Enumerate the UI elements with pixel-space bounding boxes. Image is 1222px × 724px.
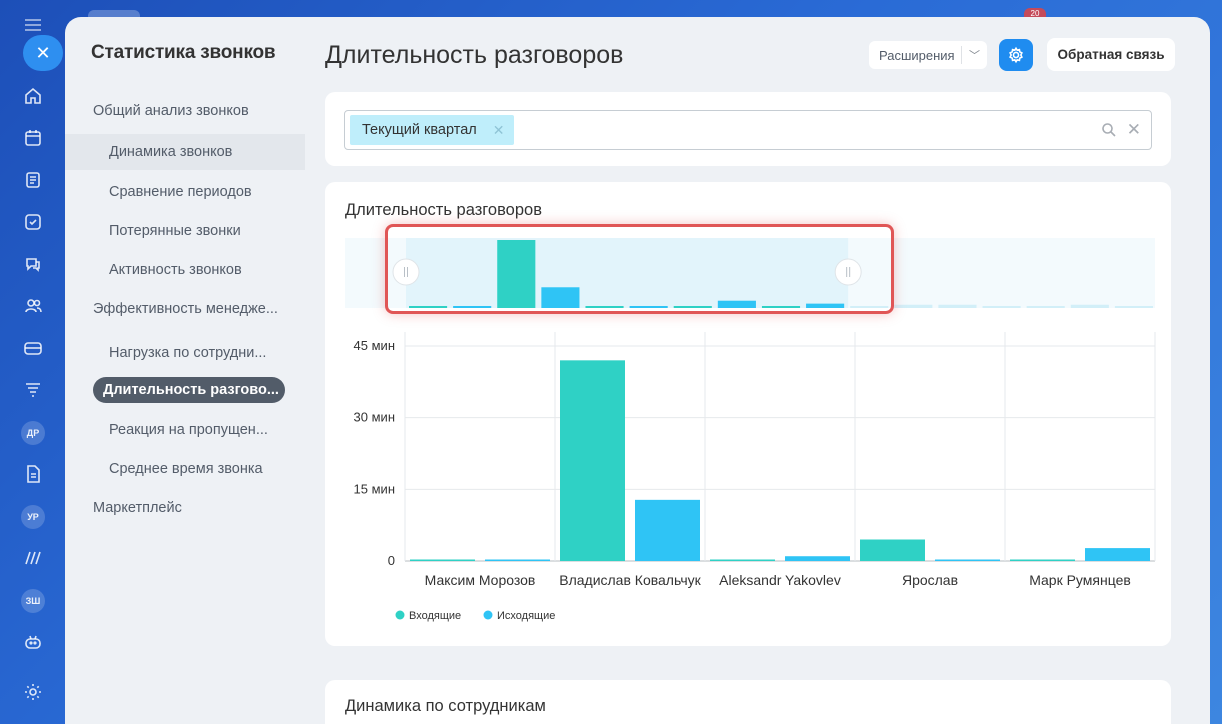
bar-incoming	[1010, 559, 1075, 561]
bar-incoming	[560, 360, 625, 561]
category-label: Марк Румянцев	[1029, 572, 1131, 588]
y-tick-label: 0	[388, 553, 395, 568]
y-tick-label: 45 мин	[354, 338, 395, 353]
navigator-bar	[1070, 304, 1109, 308]
legend-marker	[395, 610, 405, 620]
category-label: Aleksandr Yakovlev	[719, 572, 841, 588]
navigator-handle-right	[834, 258, 862, 286]
navigator-bar	[585, 306, 624, 308]
bar-outgoing	[785, 556, 850, 561]
navigator-selection	[406, 238, 849, 308]
category-label: Владислав Ковальчук	[559, 572, 701, 588]
navigator-bar	[1026, 306, 1065, 308]
category-label: Ярослав	[902, 572, 958, 588]
navigator-bar	[409, 306, 448, 308]
navigator-bar	[497, 240, 536, 308]
legend-marker	[483, 610, 493, 620]
bar-incoming	[410, 559, 475, 561]
category-label: Максим Морозов	[425, 572, 536, 588]
navigator-bar	[1114, 306, 1153, 308]
legend-label: Входящие	[409, 610, 461, 622]
bar-outgoing	[935, 559, 1000, 561]
bar-incoming	[710, 559, 775, 561]
bar-outgoing	[485, 559, 550, 561]
y-tick-label: 30 мин	[354, 410, 395, 425]
navigator-bar	[629, 306, 668, 308]
y-tick-label: 15 мин	[354, 481, 395, 496]
navigator-bar	[673, 306, 712, 308]
navigator-bar	[541, 287, 580, 308]
bar-outgoing	[1085, 548, 1150, 561]
bar-outgoing	[635, 499, 700, 561]
navigator-bar	[982, 306, 1021, 308]
navigator-bar	[453, 306, 492, 308]
navigator-handle-left	[392, 258, 420, 286]
legend-label: Исходящие	[497, 610, 555, 622]
navigator-bar	[938, 304, 977, 308]
duration-chart: 0 15 мин 30 мин 45 мин Максим Морозов Владисл…	[345, 238, 1156, 622]
navigator-bar	[850, 306, 889, 308]
navigator-bar	[761, 306, 801, 308]
navigator-bar	[806, 303, 845, 308]
navigator-bar	[717, 300, 756, 308]
bar-incoming	[860, 539, 925, 561]
navigator-bar	[894, 304, 933, 308]
